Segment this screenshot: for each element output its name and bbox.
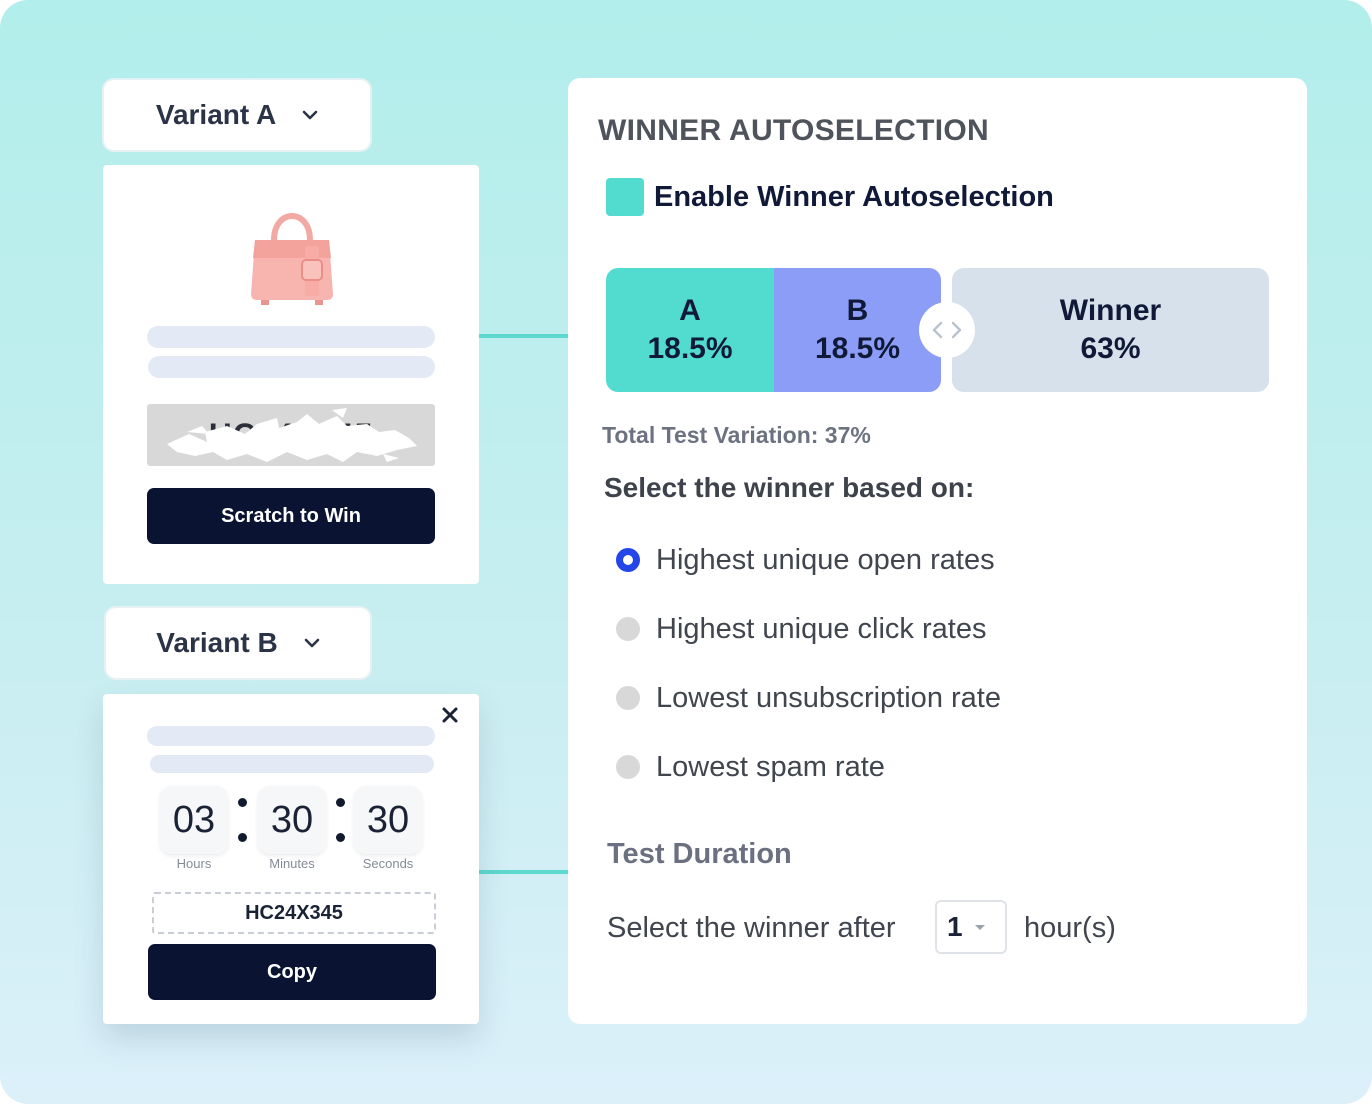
criteria-option-label: Lowest unsubscription rate: [656, 681, 1001, 714]
variant-b-dropdown[interactable]: Variant B: [106, 608, 370, 678]
criteria-heading: Select the winner based on:: [604, 472, 975, 503]
drag-arrows-icon: [932, 321, 962, 339]
variant-b-share-value: 18.5%: [814, 332, 901, 365]
variant-b-label: Variant B: [156, 627, 278, 658]
close-icon[interactable]: [437, 702, 463, 728]
criteria-option-label: Lowest spam rate: [656, 750, 885, 783]
criteria-option-label: Highest unique open rates: [656, 543, 995, 576]
criteria-option-spam-rate[interactable]: Lowest spam rate: [616, 747, 885, 787]
timer-seconds-label: Seconds: [362, 856, 414, 871]
timer-hours: 03: [160, 786, 228, 854]
background: Variant A HC24X345 Scratch to Win Varian…: [0, 0, 1372, 1104]
winner-share-value: 63%: [1080, 332, 1141, 365]
timer-seconds: 30: [354, 786, 422, 854]
scratch-to-win-button[interactable]: Scratch to Win: [147, 488, 435, 544]
timer-hours-label: Hours: [176, 856, 212, 871]
connector-line-b: [479, 870, 569, 874]
radio-unselected[interactable]: [616, 617, 640, 641]
test-duration-heading: Test Duration: [607, 838, 792, 870]
radio-unselected[interactable]: [616, 686, 640, 710]
timer-minutes: 30: [258, 786, 326, 854]
timer-separator: [335, 798, 345, 842]
timer-separator: [237, 798, 247, 842]
timer-minutes-label: Minutes: [269, 856, 315, 871]
chevron-down-icon: [302, 110, 318, 120]
variant-a-share-label: A: [679, 294, 701, 327]
duration-select-value: 1: [947, 911, 963, 942]
caret-down-icon: [975, 924, 985, 930]
variant-a-share-value: 18.5%: [647, 332, 733, 365]
chevron-down-icon: [304, 638, 320, 648]
criteria-option-click-rates[interactable]: Highest unique click rates: [616, 609, 986, 649]
connector-line-a: [479, 334, 569, 338]
duration-prefix: Select the winner after: [607, 912, 896, 944]
handbag-icon: [251, 213, 333, 305]
winner-share-label: Winner: [1059, 294, 1162, 327]
criteria-option-open-rates[interactable]: Highest unique open rates: [616, 540, 995, 580]
radio-unselected[interactable]: [616, 755, 640, 779]
scratch-card[interactable]: HC24X345: [147, 404, 435, 466]
duration-select[interactable]: 1: [935, 900, 1007, 954]
text-placeholder: [148, 356, 435, 378]
enable-autoselection-label[interactable]: Enable Winner Autoselection: [654, 178, 1054, 216]
scratch-overlay: [167, 408, 417, 462]
panel-title: WINNER AUTOSELECTION: [598, 114, 990, 147]
criteria-option-unsubscription[interactable]: Lowest unsubscription rate: [616, 678, 1001, 718]
enable-autoselection-checkbox[interactable]: [606, 178, 644, 216]
total-test-variation: Total Test Variation: 37%: [602, 422, 871, 448]
winner-share: Winner 63%: [952, 268, 1269, 392]
variant-a-share: A 18.5%: [606, 268, 774, 392]
duration-suffix: hour(s): [1024, 912, 1116, 944]
radio-selected[interactable]: [616, 548, 640, 572]
variant-b-share-label: B: [846, 294, 869, 327]
text-placeholder: [150, 755, 434, 773]
variant-a-dropdown[interactable]: Variant A: [104, 80, 370, 150]
variant-a-label: Variant A: [155, 99, 277, 130]
split-drag-handle[interactable]: [919, 302, 975, 358]
coupon-code-box: HC24X345: [152, 892, 436, 934]
criteria-option-label: Highest unique click rates: [656, 612, 987, 645]
copy-button[interactable]: Copy: [148, 944, 436, 1000]
text-placeholder: [147, 326, 435, 348]
variant-b-share: B 18.5%: [774, 268, 941, 392]
text-placeholder: [147, 726, 435, 746]
